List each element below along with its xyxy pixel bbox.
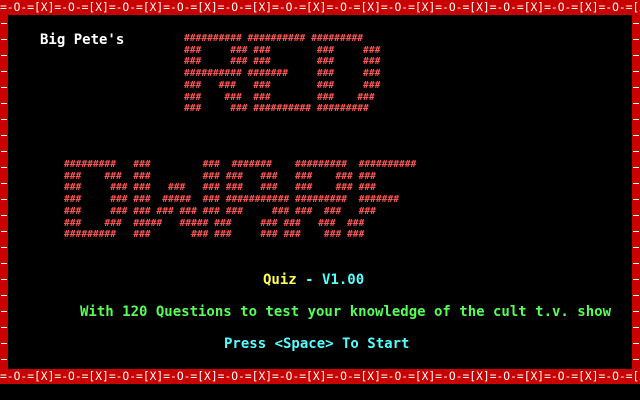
border-tick (633, 231, 639, 232)
border-tick (633, 279, 639, 280)
border-tick (633, 23, 639, 24)
title-art-dwarf: ######### ### ### ####### ######### ####… (64, 159, 417, 241)
press-space-prompt[interactable]: Press <Space> To Start (224, 336, 409, 352)
border-tick (1, 119, 7, 120)
bottom-border: =-O-=[X]=-O-=[X]=-O-=[X]=-O-=[X]=-O-=[X]… (0, 369, 640, 384)
border-tick (633, 263, 639, 264)
version-label: - V1.00 (305, 272, 365, 288)
border-tick (633, 39, 639, 40)
border-tick (1, 71, 7, 72)
left-border (0, 15, 8, 369)
dos-title-screen: =-O-=[X]=-O-=[X]=-O-=[X]=-O-=[X]=-O-=[X]… (0, 0, 640, 400)
border-tick (1, 215, 7, 216)
border-tick (1, 183, 7, 184)
tagline: With 120 Questions to test your knowledg… (80, 304, 612, 320)
byline: Big Pete's (40, 32, 125, 48)
border-tick (1, 359, 7, 360)
quiz-label: Quiz (263, 272, 297, 288)
border-tick (633, 327, 639, 328)
top-border: =-O-=[X]=-O-=[X]=-O-=[X]=-O-=[X]=-O-=[X]… (0, 0, 640, 15)
border-tick (1, 23, 7, 24)
border-tick (1, 151, 7, 152)
bottom-margin (0, 384, 640, 400)
border-tick (1, 103, 7, 104)
border-tick (1, 311, 7, 312)
border-tick (1, 247, 7, 248)
border-tick (1, 167, 7, 168)
border-tick (633, 135, 639, 136)
border-tick (633, 119, 639, 120)
border-tick (1, 135, 7, 136)
border-tick (633, 311, 639, 312)
border-tick (1, 327, 7, 328)
border-tick (633, 55, 639, 56)
border-tick (633, 183, 639, 184)
border-tick (1, 295, 7, 296)
border-tick (633, 87, 639, 88)
border-tick (633, 343, 639, 344)
title-art-red: ########## ########## ######### ### ### … (184, 33, 381, 115)
border-tick (1, 263, 7, 264)
border-tick (633, 359, 639, 360)
border-tick (1, 343, 7, 344)
border-tick (633, 247, 639, 248)
border-tick (1, 199, 7, 200)
border-tick (1, 39, 7, 40)
border-tick (633, 71, 639, 72)
border-tick (633, 199, 639, 200)
border-tick (633, 295, 639, 296)
border-tick (1, 231, 7, 232)
border-tick (633, 167, 639, 168)
right-border (632, 15, 640, 369)
border-tick (1, 87, 7, 88)
quiz-version-label: Quiz - V1.00 (263, 272, 364, 288)
border-tick (633, 151, 639, 152)
border-tick (633, 103, 639, 104)
border-tick (1, 55, 7, 56)
border-tick (633, 215, 639, 216)
border-tick (1, 279, 7, 280)
